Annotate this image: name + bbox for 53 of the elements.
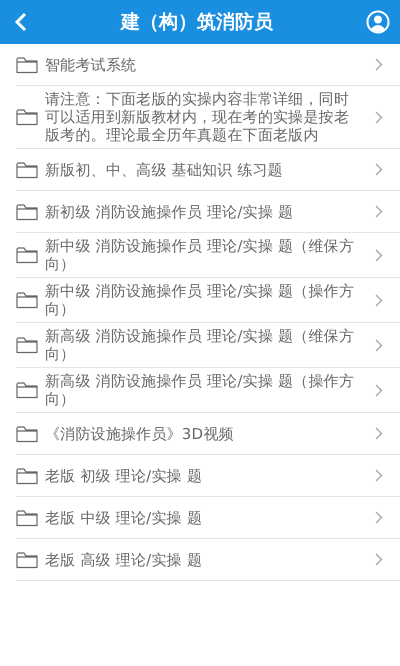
folder-icon xyxy=(16,246,38,264)
list-item[interactable]: 新版初、中、高级 基础知识 练习题 xyxy=(16,149,400,191)
profile-button[interactable] xyxy=(366,10,390,34)
item-label: 新版初、中、高级 基础知识 练习题 xyxy=(45,160,284,178)
user-icon xyxy=(366,10,390,34)
list-item[interactable]: 老版 中级 理论/实操 题 xyxy=(16,497,400,539)
item-label: 新中级 消防设施操作员 理论/实操 题（操作方向） xyxy=(45,282,355,318)
folder-icon xyxy=(16,466,38,484)
item-label: 新中级 消防设施操作员 理论/实操 题（维保方向） xyxy=(45,237,355,273)
item-label: 智能考试系统 xyxy=(45,56,138,74)
item-label: 老版 中级 理论/实操 题 xyxy=(45,508,203,526)
folder-icon xyxy=(16,381,38,399)
back-button[interactable] xyxy=(14,12,28,32)
chevron-right-icon xyxy=(375,205,383,218)
chevron-right-icon xyxy=(375,58,383,71)
list-item[interactable]: 新高级 消防设施操作员 理论/实操 题（操作方向） xyxy=(16,368,400,413)
chevron-right-icon xyxy=(375,110,383,124)
item-label: 新初级 消防设施操作员 理论/实操 题 xyxy=(45,202,294,220)
list-item[interactable]: 智能考试系统 xyxy=(16,44,400,86)
folder-icon xyxy=(16,336,38,354)
chevron-right-icon xyxy=(375,427,383,440)
folder-icon xyxy=(16,291,38,309)
folder-icon xyxy=(16,202,38,220)
list-item[interactable]: 《消防设施操作员》3D视频 xyxy=(16,413,400,455)
folder-icon xyxy=(16,550,38,568)
chevron-right-icon xyxy=(375,163,383,176)
chevron-right-icon xyxy=(375,384,383,396)
list-item[interactable]: 新初级 消防设施操作员 理论/实操 题 xyxy=(16,191,400,233)
list-item[interactable]: 新中级 消防设施操作员 理论/实操 题（操作方向） xyxy=(16,278,400,323)
folder-icon xyxy=(16,108,38,126)
folder-icon xyxy=(16,424,38,442)
chevron-right-icon xyxy=(375,338,383,352)
chevron-right-icon xyxy=(375,294,383,306)
item-label: 请注意：下面老版的实操内容非常详细，同时可以适用到新版教材内，现在考的实操是按老版考的。理论最全历年真题在下面老版内 xyxy=(45,90,350,144)
folder-icon xyxy=(16,160,38,178)
item-label: 老版 初级 理论/实操 题 xyxy=(45,466,203,484)
back-icon xyxy=(14,12,28,32)
item-label: 新高级 消防设施操作员 理论/实操 题（操作方向） xyxy=(45,372,355,408)
chevron-right-icon xyxy=(375,248,383,262)
item-label: 《消防设施操作员》3D视频 xyxy=(45,424,235,442)
list-item[interactable]: 新高级 消防设施操作员 理论/实操 题（维保方向） xyxy=(16,323,400,368)
list-item[interactable]: 老版 初级 理论/实操 题 xyxy=(16,455,400,497)
list-item[interactable]: 新中级 消防设施操作员 理论/实操 题（维保方向） xyxy=(16,233,400,278)
chevron-right-icon xyxy=(375,553,383,566)
list-item[interactable]: 请注意：下面老版的实操内容非常详细，同时可以适用到新版教材内，现在考的实操是按老版考的。理论最全历年真题在下面老版内 xyxy=(16,86,400,149)
folder-icon xyxy=(16,56,38,74)
item-label: 新高级 消防设施操作员 理论/实操 题（维保方向） xyxy=(45,327,355,363)
chevron-right-icon xyxy=(375,511,383,524)
item-label: 老版 高级 理论/实操 题 xyxy=(45,550,203,568)
page-title: 建（构）筑消防员 xyxy=(121,10,273,35)
list-item[interactable]: 老版 高级 理论/实操 题 xyxy=(16,539,400,581)
chevron-right-icon xyxy=(375,469,383,482)
folder-icon xyxy=(16,508,38,526)
